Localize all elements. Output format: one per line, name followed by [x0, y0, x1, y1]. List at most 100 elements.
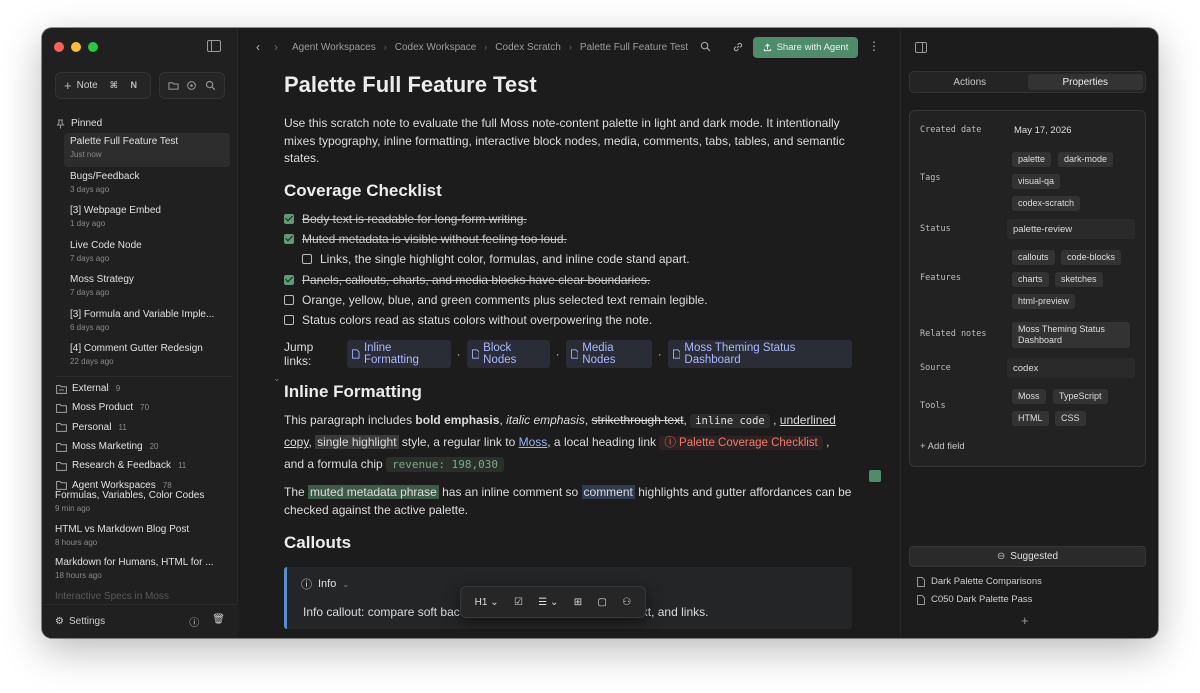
callout-header[interactable]: ⓘ Info ⌄: [301, 576, 349, 592]
list-icon[interactable]: ☰ ⌄: [538, 597, 558, 608]
folder-item[interactable]: Moss Marketing 20: [56, 437, 232, 456]
tag-chip[interactable]: codex-scratch: [1012, 196, 1081, 211]
page-title[interactable]: Palette Full Feature Test: [284, 72, 852, 98]
created-date-value[interactable]: May 17, 2026: [1014, 125, 1072, 136]
feature-chip[interactable]: code-blocks: [1061, 250, 1122, 265]
tool-chip[interactable]: CSS: [1055, 411, 1086, 426]
insert-block-icon[interactable]: ⊞: [574, 597, 582, 608]
tag-chip[interactable]: visual-qa: [1012, 174, 1061, 189]
fold-caret-icon[interactable]: ⌄: [273, 373, 281, 384]
close-window-button[interactable]: [54, 42, 64, 52]
breadcrumb-item[interactable]: Codex Workspace: [395, 42, 477, 53]
heading-link[interactable]: ⓘ Palette Coverage Checklist: [659, 436, 823, 451]
tool-chip[interactable]: Moss: [1012, 389, 1046, 404]
jump-link[interactable]: Moss Theming Status Dashboard: [667, 340, 852, 369]
tab-actions[interactable]: Actions: [912, 74, 1028, 90]
checkbox[interactable]: [284, 233, 294, 244]
checkbox[interactable]: [284, 294, 294, 305]
comment-gutter-icon[interactable]: [869, 470, 881, 482]
folder-count: 11: [118, 422, 127, 432]
pinned-item[interactable]: [3] Webpage Embed 1 day ago: [64, 202, 230, 236]
trash-icon[interactable]: 🗑︎: [212, 614, 225, 629]
list-item[interactable]: Markdown for Humans, HTML for ... 18 hou…: [55, 557, 231, 591]
breadcrumb-item[interactable]: Palette Full Feature Test: [580, 42, 688, 53]
agent-icon[interactable]: ⚇: [622, 597, 631, 608]
forward-icon[interactable]: ›: [274, 40, 278, 54]
search-icon[interactable]: [700, 41, 711, 52]
folder-count: 78: [162, 480, 172, 490]
formula-chip[interactable]: revenue: 198,030: [386, 457, 505, 473]
commented-text[interactable]: comment: [581, 485, 635, 500]
comment-paragraph[interactable]: The muted metadata phrase has an inline …: [284, 484, 852, 519]
minimize-window-button[interactable]: [71, 42, 81, 52]
pinned-item[interactable]: [4] Comment Gutter Redesign 22 days ago: [64, 340, 230, 374]
tool-chip[interactable]: HTML: [1012, 411, 1049, 426]
list-item[interactable]: HTML vs Markdown Blog Post 8 hours ago: [55, 524, 231, 558]
checkbox[interactable]: [302, 254, 312, 265]
settings-button[interactable]: Settings: [69, 616, 105, 627]
pinned-item[interactable]: Bugs/Feedback 3 days ago: [64, 168, 230, 202]
link-icon[interactable]: [732, 41, 744, 53]
new-note-button[interactable]: + Note ⌘ N: [55, 72, 151, 99]
breadcrumb-item[interactable]: Agent Workspaces: [292, 42, 376, 53]
jump-link[interactable]: Inline Formatting: [347, 340, 451, 369]
back-icon[interactable]: ‹: [256, 40, 260, 54]
sync-icon[interactable]: [186, 80, 197, 91]
suggested-item[interactable]: C050 Dark Palette Pass: [917, 594, 1032, 605]
checkbox[interactable]: [284, 274, 294, 285]
search-icon[interactable]: [205, 80, 216, 91]
pinned-header[interactable]: Pinned: [56, 118, 102, 129]
breadcrumb-item[interactable]: Codex Scratch: [495, 42, 561, 53]
heading-level: H1: [474, 596, 488, 608]
sidebar-toggle-icon[interactable]: [207, 40, 221, 52]
feature-chip[interactable]: sketches: [1055, 272, 1103, 287]
related-note-chip[interactable]: Moss Theming Status Dashboard: [1012, 322, 1130, 348]
feature-chip[interactable]: callouts: [1012, 250, 1055, 265]
help-icon[interactable]: ⓘ: [189, 614, 199, 629]
callouts-heading[interactable]: Callouts: [284, 533, 852, 553]
pinned-item[interactable]: [3] Formula and Variable Imple... 6 days…: [64, 306, 230, 340]
more-icon[interactable]: ⋮: [868, 39, 880, 53]
folder-item[interactable]: Moss Product 70: [56, 398, 232, 417]
checkbox[interactable]: [284, 315, 294, 326]
suggested-header[interactable]: ⊖ Suggested: [909, 546, 1146, 567]
inline-paragraph[interactable]: This paragraph includes bold emphasis, i…: [284, 410, 852, 475]
folder-item[interactable]: Research & Feedback 11: [56, 456, 232, 475]
list-item[interactable]: Formulas, Variables, Color Codes 9 min a…: [55, 490, 231, 524]
add-field-button[interactable]: + Add field: [920, 441, 965, 452]
panel-toggle-icon[interactable]: [915, 42, 927, 53]
add-suggestion-icon[interactable]: +: [1021, 613, 1029, 628]
pinned-item[interactable]: Palette Full Feature Test Just now: [64, 133, 230, 167]
checkbox[interactable]: [284, 213, 294, 224]
zoom-window-button[interactable]: [88, 42, 98, 52]
tool-chip[interactable]: TypeScript: [1053, 389, 1108, 404]
app-window: + Note ⌘ N Pinned Palette Full Feature T…: [42, 28, 1158, 638]
jump-link[interactable]: Media Nodes: [565, 340, 652, 369]
pinned-item[interactable]: Moss Strategy 7 days ago: [64, 271, 230, 305]
pinned-item[interactable]: Live Code Node 7 days ago: [64, 237, 230, 271]
commented-text[interactable]: muted metadata phrase: [308, 485, 439, 500]
share-with-agent-button[interactable]: Share with Agent: [753, 37, 858, 58]
tag-chip[interactable]: dark-mode: [1058, 152, 1114, 167]
checklist-text: Links, the single highlight color, formu…: [320, 252, 690, 267]
intro-paragraph[interactable]: Use this scratch note to evaluate the fu…: [284, 115, 852, 168]
checklist-heading[interactable]: Coverage Checklist: [284, 181, 852, 201]
suggested-item[interactable]: Dark Palette Comparisons: [917, 576, 1042, 587]
checkbox-icon[interactable]: ☑: [514, 597, 523, 608]
tab-properties[interactable]: Properties: [1027, 74, 1143, 90]
feature-chip[interactable]: html-preview: [1012, 294, 1076, 309]
feature-chip[interactable]: charts: [1012, 272, 1049, 287]
status-field[interactable]: palette-review: [1007, 219, 1135, 239]
inline-formatting-heading[interactable]: Inline Formatting: [284, 382, 852, 402]
folder-icon[interactable]: [168, 80, 179, 91]
gear-icon[interactable]: ⚙: [55, 616, 64, 627]
folder-item[interactable]: Personal 11: [56, 418, 232, 437]
tag-chip[interactable]: palette: [1012, 152, 1052, 167]
heading-dropdown[interactable]: H1 ⌄: [475, 597, 499, 608]
checklist-item: Links, the single highlight color, formu…: [284, 249, 852, 269]
folder-item[interactable]: External 9: [56, 379, 232, 398]
jump-link[interactable]: Block Nodes: [466, 340, 550, 369]
moss-link[interactable]: Moss: [519, 435, 548, 449]
source-field[interactable]: codex: [1007, 358, 1135, 378]
file-icon[interactable]: ▢: [598, 597, 607, 608]
